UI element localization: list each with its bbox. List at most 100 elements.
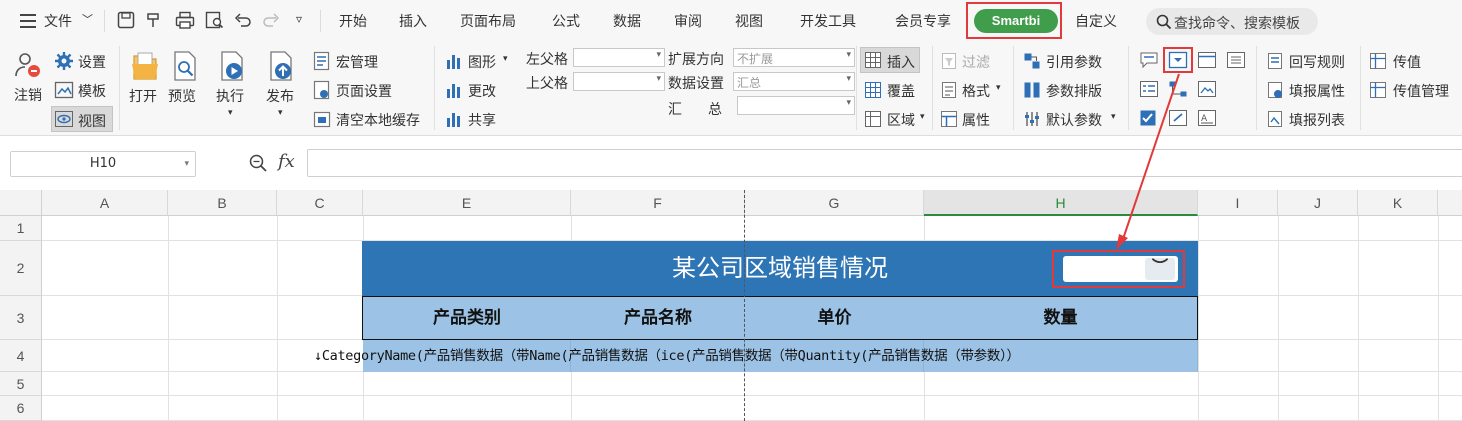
summary-select[interactable]: ▾ xyxy=(737,96,855,115)
chevron-down-icon[interactable]: ﹀ xyxy=(82,11,93,27)
page-setup-button[interactable]: 页面设置 xyxy=(336,81,392,101)
open-button[interactable]: 打开 xyxy=(129,86,157,106)
tab-smartbi[interactable]: Smartbi xyxy=(974,9,1058,33)
pass-value-icon[interactable] xyxy=(1369,52,1387,70)
chart-dropdown-icon[interactable]: ▾ xyxy=(503,54,508,64)
gear-icon[interactable] xyxy=(54,51,74,71)
writeback-rule-icon[interactable] xyxy=(1266,52,1284,70)
template-icon[interactable] xyxy=(54,80,74,100)
logout-button[interactable]: 注销 xyxy=(14,85,42,105)
row-header-3[interactable]: 3 xyxy=(0,296,42,340)
left-parent-select[interactable]: ▾ xyxy=(573,48,665,67)
row-header-2[interactable]: 2 xyxy=(0,241,42,296)
param-layout-icon[interactable] xyxy=(1023,81,1041,99)
execute-dropdown-icon[interactable]: ▾ xyxy=(228,108,233,118)
zoom-formula-icon[interactable] xyxy=(248,153,268,173)
print-preview-icon[interactable] xyxy=(205,11,225,29)
chart-button[interactable]: 图形 xyxy=(468,52,496,72)
cover-button[interactable]: 覆盖 xyxy=(887,81,915,101)
tab-insert[interactable]: 插入 xyxy=(399,11,427,31)
expand-direction-select[interactable]: 不扩展 ▾ xyxy=(733,48,855,67)
fill-list-button[interactable]: 填报列表 xyxy=(1289,110,1345,130)
insert-button[interactable]: 插入 xyxy=(887,52,915,72)
reference-param-icon[interactable] xyxy=(1023,52,1041,70)
bar-chart-icon[interactable] xyxy=(445,52,463,70)
publish-upload-icon[interactable] xyxy=(267,50,295,82)
column-header-c[interactable]: C xyxy=(277,190,363,216)
param-layout-button[interactable]: 参数排版 xyxy=(1046,81,1102,101)
print-icon[interactable] xyxy=(175,11,195,29)
tab-formula[interactable]: 公式 xyxy=(552,11,580,31)
share-button[interactable]: 共享 xyxy=(468,110,496,130)
macro-icon[interactable] xyxy=(312,51,332,71)
preview-icon[interactable] xyxy=(171,50,199,82)
tab-review[interactable]: 审阅 xyxy=(674,11,702,31)
tab-custom[interactable]: 自定义 xyxy=(1075,11,1117,31)
param-dropdown[interactable]: ︶ xyxy=(1063,256,1178,282)
column-header-k[interactable]: K xyxy=(1358,190,1438,216)
share-icon[interactable] xyxy=(445,110,463,128)
tab-data[interactable]: 数据 xyxy=(613,11,641,31)
publish-dropdown-icon[interactable]: ▾ xyxy=(278,108,283,118)
text-box-control-icon[interactable]: A xyxy=(1197,109,1217,127)
fill-attribute-icon[interactable] xyxy=(1266,81,1284,99)
area-dropdown-icon[interactable]: ▾ xyxy=(920,112,925,122)
chevron-down-icon[interactable]: ︶ xyxy=(1145,258,1175,280)
row-header-1[interactable]: 1 xyxy=(0,216,42,241)
header-product-category[interactable]: 产品类别 xyxy=(362,296,572,340)
row-header-6[interactable]: 6 xyxy=(0,396,42,421)
attribute-button[interactable]: 属性 xyxy=(962,110,990,130)
filter-icon[interactable] xyxy=(940,52,958,70)
cover-icon[interactable] xyxy=(864,81,882,99)
preview-button[interactable]: 预览 xyxy=(168,86,196,106)
execute-button[interactable]: 执行 xyxy=(216,86,244,106)
tab-home[interactable]: 开始 xyxy=(339,11,367,31)
pass-value-button[interactable]: 传值 xyxy=(1393,52,1421,72)
select-all-corner[interactable] xyxy=(0,190,42,216)
pass-value-manager-button[interactable]: 传值管理 xyxy=(1393,81,1449,101)
filter-button[interactable]: 过滤 xyxy=(962,52,990,72)
format-painter-icon[interactable] xyxy=(145,11,163,29)
column-header-i[interactable]: I xyxy=(1198,190,1278,216)
column-header-a[interactable]: A xyxy=(42,190,168,216)
macro-manager-button[interactable]: 宏管理 xyxy=(336,52,378,72)
header-quantity[interactable]: 数量 xyxy=(924,296,1198,340)
fill-attribute-button[interactable]: 填报属性 xyxy=(1289,81,1345,101)
row-header-5[interactable]: 5 xyxy=(0,372,42,396)
tab-developer[interactable]: 开发工具 xyxy=(800,11,856,31)
tab-member[interactable]: 会员专享 xyxy=(895,11,951,31)
top-parent-select[interactable]: ▾ xyxy=(573,72,665,91)
dropdown-control-icon[interactable] xyxy=(1168,51,1188,69)
quick-access-more-icon[interactable]: ▿ xyxy=(296,12,302,26)
page-setup-icon[interactable] xyxy=(312,80,332,100)
settings-button[interactable]: 设置 xyxy=(78,52,106,72)
header-unit-price[interactable]: 单价 xyxy=(745,296,925,340)
open-folder-icon[interactable] xyxy=(130,50,160,82)
undo-icon[interactable] xyxy=(234,12,252,28)
command-search[interactable]: 查找命令、搜索模板 xyxy=(1146,8,1318,35)
column-header-j[interactable]: J xyxy=(1278,190,1358,216)
tab-page-layout[interactable]: 页面布局 xyxy=(460,11,516,31)
formula-input[interactable] xyxy=(307,149,1462,177)
pass-value-manager-icon[interactable] xyxy=(1369,81,1387,99)
function-fx-label[interactable]: fx xyxy=(278,151,295,172)
data-setting-select[interactable]: 汇总 ▾ xyxy=(733,72,855,91)
text-control-icon[interactable] xyxy=(1197,51,1217,69)
area-button[interactable]: 区域 xyxy=(887,110,915,130)
area-icon[interactable] xyxy=(864,110,882,128)
reference-param-button[interactable]: 引用参数 xyxy=(1046,52,1102,72)
tab-view[interactable]: 视图 xyxy=(735,11,763,31)
column-header-g[interactable]: G xyxy=(745,190,924,216)
logout-user-icon[interactable] xyxy=(14,51,42,79)
column-header-b[interactable]: B xyxy=(168,190,277,216)
format-icon[interactable] xyxy=(940,81,958,99)
fill-list-icon[interactable] xyxy=(1266,110,1284,128)
row-header-4[interactable]: 4 xyxy=(0,340,42,372)
header-product-name[interactable]: 产品名称 xyxy=(571,296,746,340)
execute-play-icon[interactable] xyxy=(218,50,246,82)
save-icon[interactable] xyxy=(117,11,135,29)
hamburger-menu-icon[interactable] xyxy=(20,14,36,28)
column-header-e[interactable]: E xyxy=(363,190,571,216)
format-dropdown-icon[interactable]: ▾ xyxy=(996,83,1001,93)
publish-button[interactable]: 发布 xyxy=(266,86,294,106)
